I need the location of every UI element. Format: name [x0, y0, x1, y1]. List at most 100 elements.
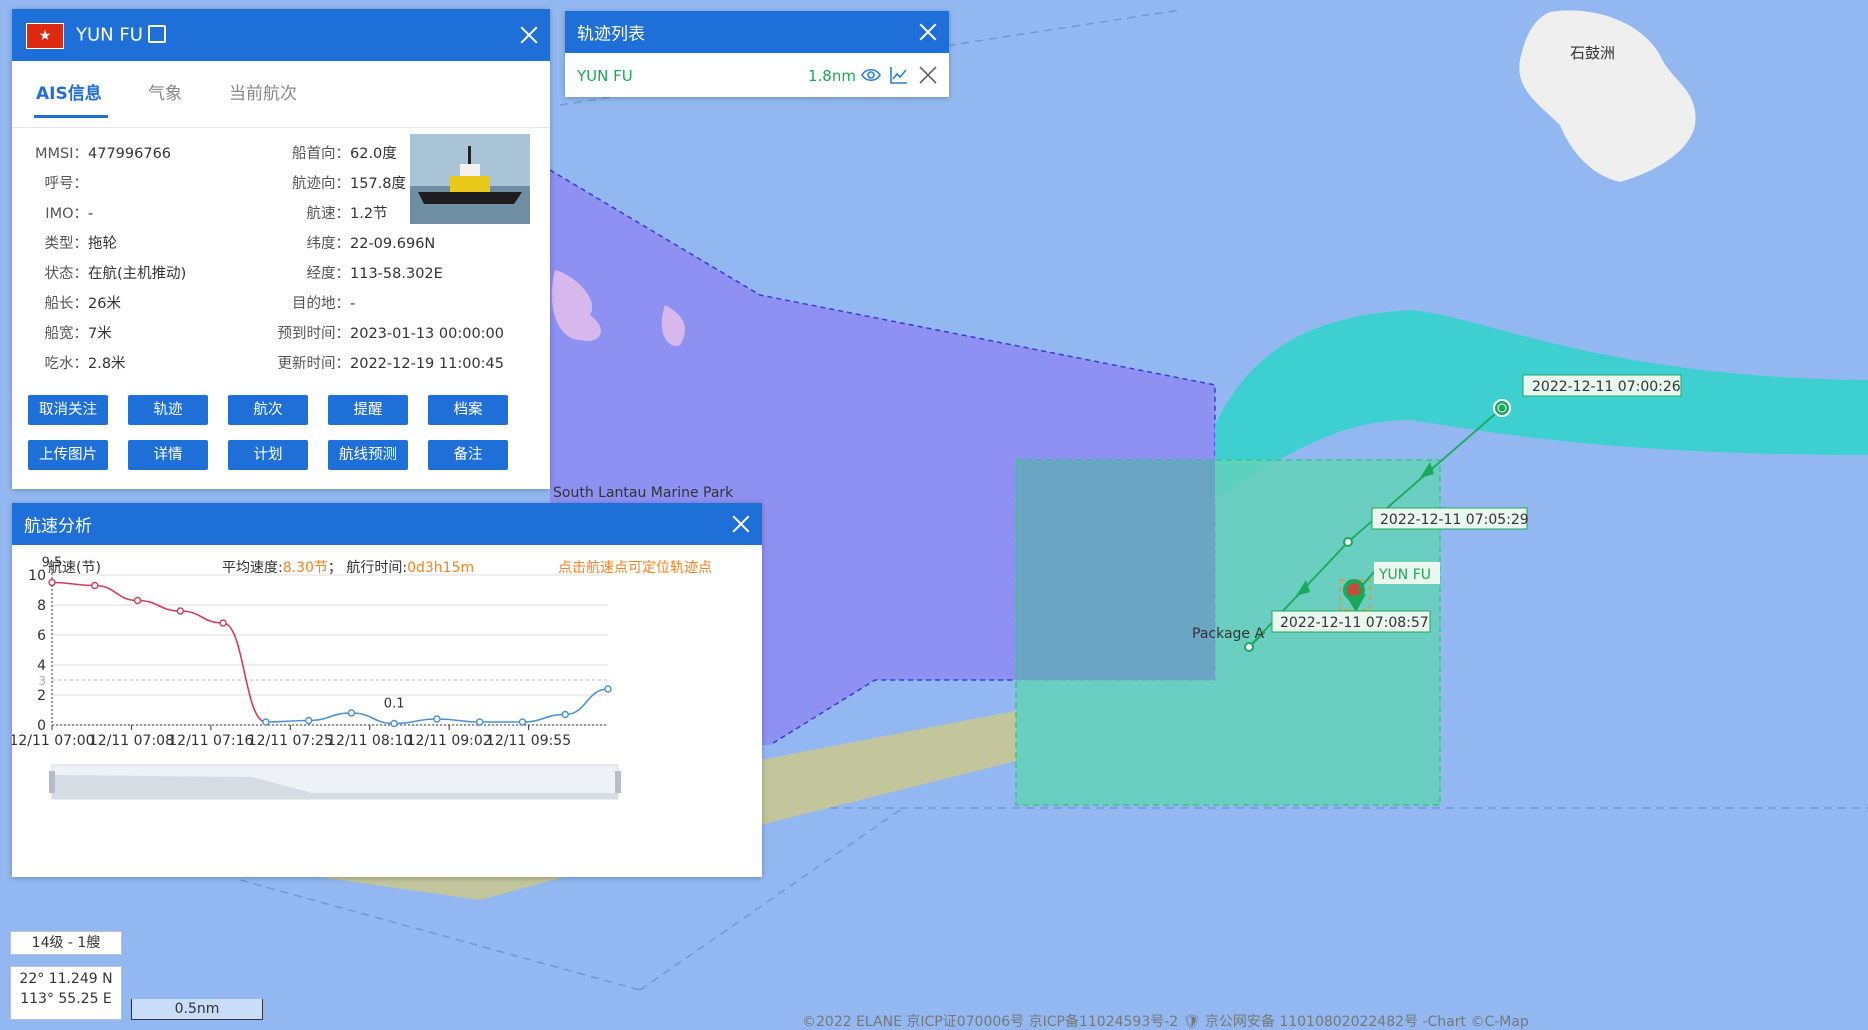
close-icon[interactable] — [917, 21, 939, 43]
field-course: 航迹向：157.8度 — [292, 176, 407, 192]
markline-label: 3 — [38, 674, 46, 688]
unfollow-button[interactable]: 取消关注 — [28, 395, 108, 425]
y-tick-label: 0 — [37, 718, 46, 734]
x-tick-label: 12/11 08:10 — [327, 733, 412, 749]
x-tick-label: 12/11 09:02 — [407, 733, 492, 749]
track-time-label[interactable]: 2022-12-11 07:00:26 — [1532, 379, 1681, 395]
speed-point[interactable] — [304, 716, 313, 725]
reminder-button[interactable]: 提醒 — [328, 395, 408, 425]
max-value-label: 9.5 — [42, 556, 63, 571]
track-button[interactable]: 轨迹 — [128, 395, 208, 425]
notes-button[interactable]: 备注 — [428, 440, 508, 470]
speed-panel-title: 航速分析 — [24, 516, 92, 537]
tab-weather[interactable]: 气象 — [148, 79, 182, 104]
close-icon[interactable] — [730, 513, 752, 535]
track-list-title: 轨迹列表 — [577, 24, 645, 45]
field-updated: 更新时间：2022-12-19 11:00:45 — [277, 356, 505, 372]
ais-tabs: AIS信息 气象 当前航次 — [12, 61, 550, 128]
zoom-level-label: 14级 - 1艘 — [31, 935, 101, 951]
latitude-readout: 22° 11.249 N — [19, 971, 113, 987]
field-status: 状态：在航(主机推动) — [44, 266, 187, 282]
y-tick-label: 2 — [37, 688, 46, 704]
field-mmsi: MMSI：477996766 — [34, 146, 172, 162]
route-forecast-button[interactable]: 航线预测 — [328, 440, 408, 470]
remove-icon[interactable] — [918, 65, 938, 85]
ais-panel-header: ★ YUN FU — [12, 9, 550, 61]
speed-analysis-panel: 航速分析 航速(节) 平均速度:8.30节； 航行时间:0d3h15m 点击航速… — [12, 503, 762, 877]
y-tick-label: 4 — [37, 658, 46, 674]
x-tick-label: 12/11 07:16 — [168, 733, 253, 749]
speed-point[interactable] — [176, 607, 185, 615]
track-list-item[interactable]: YUN FU 1.8nm — [565, 53, 949, 97]
plan-button[interactable]: 计划 — [228, 440, 308, 470]
field-length: 船长：26米 — [44, 296, 121, 312]
chart-icon[interactable] — [889, 65, 909, 85]
archive-button[interactable]: 档案 — [428, 395, 508, 425]
slider-handle-right[interactable] — [615, 771, 621, 793]
x-tick-label: 12/11 09:55 — [486, 733, 571, 749]
vessel-photo[interactable] — [410, 134, 530, 224]
close-icon[interactable] — [518, 24, 540, 46]
package-label: Package A — [1192, 626, 1264, 642]
field-destination: 目的地：- — [292, 296, 356, 312]
active-tab-underline — [34, 115, 108, 118]
track-vessel-name[interactable]: YUN FU — [577, 67, 633, 85]
x-tick-label: 12/11 07:08 — [89, 733, 174, 749]
tab-ais-info[interactable]: AIS信息 — [36, 79, 102, 104]
speed-point[interactable] — [604, 685, 612, 693]
hong-kong-flag-icon: ★ — [26, 23, 64, 49]
track-time-label[interactable]: 2022-12-11 07:08:57 — [1280, 615, 1429, 631]
speed-line-fast — [51, 581, 267, 723]
zoom-level-box: 14级 - 1艘 — [10, 931, 122, 955]
speed-point[interactable] — [262, 718, 270, 726]
speed-point[interactable] — [347, 709, 356, 717]
longitude-readout: 113° 55.25 E — [20, 991, 112, 1007]
track-distance: 1.8nm — [808, 67, 856, 85]
speed-point[interactable] — [91, 581, 99, 590]
tab-current-voyage[interactable]: 当前航次 — [229, 79, 297, 104]
voyage-button[interactable]: 航次 — [228, 395, 308, 425]
ais-info-panel: ★ YUN FU AIS信息 气象 当前航次 MMSI：477996766 呼号… — [12, 9, 550, 489]
speed-point[interactable] — [133, 596, 142, 605]
x-tick-label: 12/11 07:25 — [248, 733, 333, 749]
min-value-label: 0.1 — [384, 697, 405, 712]
field-beam: 船宽：7米 — [44, 326, 112, 342]
copyright-footer: ©2022 ELANE 京ICP证070006号 京ICP备11024593号-… — [802, 1013, 1529, 1030]
y-tick-label: 8 — [37, 598, 46, 614]
field-type: 类型：拖轮 — [44, 236, 118, 252]
slider-handle-left[interactable] — [49, 771, 55, 793]
speed-point[interactable] — [518, 718, 527, 726]
speed-point[interactable] — [390, 719, 398, 728]
field-longitude: 经度：113-58.302E — [306, 266, 443, 282]
track-list-header: 轨迹列表 — [565, 11, 949, 53]
field-draught: 吃水：2.8米 — [44, 356, 126, 372]
speed-point[interactable] — [433, 715, 441, 723]
field-imo: IMO：- — [45, 206, 94, 222]
upload-photo-button[interactable]: 上传图片 — [28, 440, 108, 470]
x-tick-label: 12/11 07:00 — [12, 733, 95, 749]
island-label: 石鼓洲 — [1570, 44, 1615, 62]
field-eta: 预到时间：2023-01-13 00:00:00 — [277, 326, 505, 342]
scale-label: 0.5nm — [174, 1001, 220, 1017]
track-time-label[interactable]: 2022-12-11 07:05:29 — [1380, 512, 1529, 528]
field-callsign: 呼号： — [44, 176, 89, 192]
field-heading: 船首向：62.0度 — [292, 146, 397, 162]
speed-chart[interactable]: 0246810312/11 07:0012/11 07:0812/11 07:1… — [12, 545, 762, 877]
scale-bar: 0.5nm — [131, 999, 263, 1020]
speed-point[interactable] — [475, 718, 484, 726]
speed-panel-header: 航速分析 — [12, 503, 762, 545]
coordinate-readout: 22° 11.249 N 113° 55.25 E — [10, 966, 122, 1020]
track-list-panel: 轨迹列表 YUN FU 1.8nm — [565, 11, 949, 97]
vessel-name: YUN FU — [76, 24, 143, 46]
edit-icon[interactable] — [148, 25, 166, 43]
ship-name-label[interactable]: YUN FU — [1378, 567, 1431, 583]
eye-icon[interactable] — [861, 67, 881, 83]
field-latitude: 纬度：22-09.696N — [306, 236, 436, 252]
speed-point[interactable] — [561, 710, 569, 719]
y-tick-label: 6 — [37, 628, 46, 644]
speed-point[interactable] — [48, 578, 56, 587]
field-speed: 航速：1.2节 — [306, 206, 388, 222]
marine-park-label: South Lantau Marine Park — [553, 485, 734, 501]
speed-point[interactable] — [219, 619, 227, 627]
details-button[interactable]: 详情 — [128, 440, 208, 470]
